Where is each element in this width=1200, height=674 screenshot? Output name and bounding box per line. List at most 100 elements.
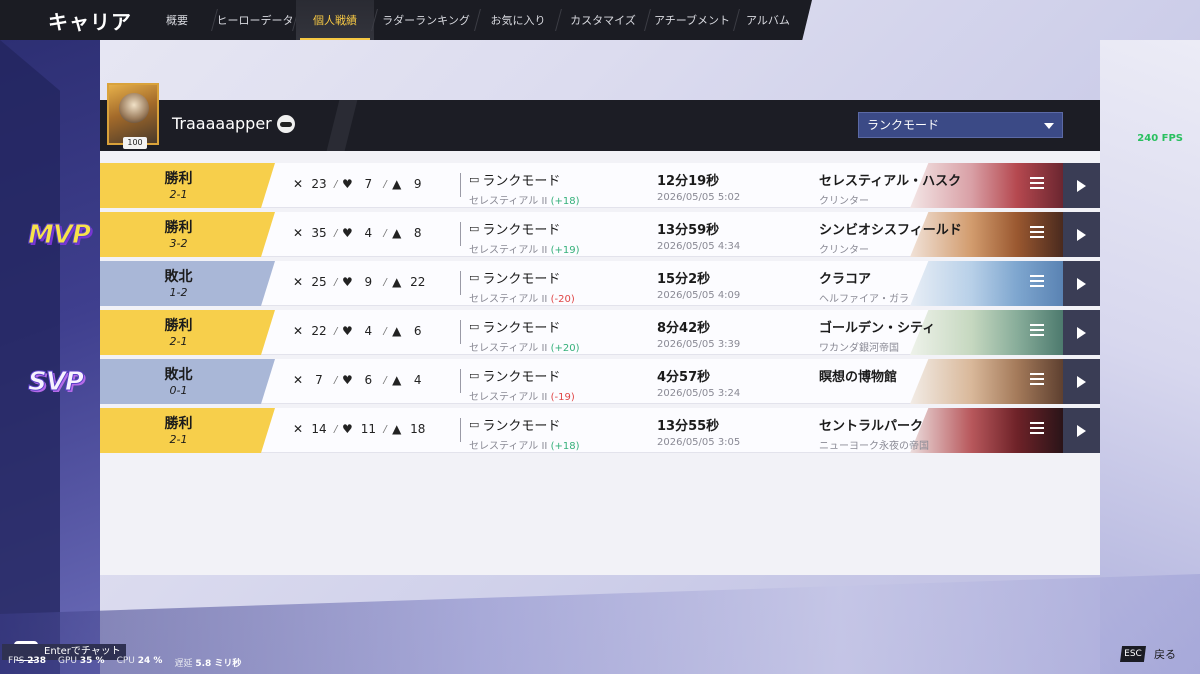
map-name: シンビオシスフィールド [819,223,962,238]
tab-customize[interactable]: カスタマイズ [559,0,647,40]
rank-delta: (-19) [550,392,575,403]
esc-key-icon: ESC [1120,646,1146,662]
assists-value: 9 [413,177,422,191]
rank-delta: (+18) [550,196,580,207]
match-duration: 13分59秒 [657,223,720,238]
play-icon [1077,228,1086,241]
monitor-icon: ▭ [469,418,480,431]
replay-play-button[interactable] [1063,163,1100,208]
tab-bar: 概要 ヒーローデータ 個人戦績 ラダーランキング お気に入り カスタマイズ アチ… [140,0,799,40]
stat-separator: / [383,227,387,239]
gpu-label: GPU [58,656,77,666]
map-name: セントラルパーク [819,419,924,434]
replay-play-button[interactable] [1063,261,1100,306]
match-row[interactable]: 勝利 2-1 ✕ 14 / ♥ 11 / ▲ 18 ▭ ランクモード セレスティアル II … [100,408,1100,453]
stat-separator: / [383,423,387,435]
tab-overview[interactable]: 概要 [140,0,214,40]
match-date: 2026/05/05 3:24 [657,388,741,399]
match-time: 4分57秒 2026/05/05 3:24 [657,366,740,399]
match-row[interactable]: 勝利 2-1 ✕ 22 / ♥ 4 / ▲ 6 ▭ ランクモード セレスティアル II (+… [100,310,1100,355]
result-badge: 敗北 1-2 [100,261,275,306]
kills-swords-icon: ✕ [292,275,304,289]
match-duration: 8分42秒 [657,321,711,336]
row-divider [460,418,461,442]
tab-ladder-ranking[interactable]: ラダーランキング [375,0,477,40]
replay-play-button[interactable] [1063,359,1100,404]
mode-filter-dropdown[interactable]: ランクモード [858,112,1063,138]
assists-hands-icon: ▲ [392,275,402,289]
mode-info: ▭ ランクモード セレスティアル II (+18) [469,415,579,452]
row-divider [460,320,461,344]
cpu-label: CPU [116,656,135,666]
map-info: シンビオシスフィールド クリンター [819,219,962,256]
play-icon [1077,424,1086,437]
menu-icon[interactable] [1030,275,1044,289]
match-time: 8分42秒 2026/05/05 3:39 [657,317,740,350]
page-title: キャリア [48,9,132,34]
menu-icon[interactable] [1030,226,1044,240]
match-duration: 13分55秒 [657,419,720,434]
menu-icon[interactable] [1030,422,1044,436]
stat-separator: / [383,276,387,288]
match-date: 2026/05/05 4:34 [657,241,741,252]
kills-swords-icon: ✕ [292,373,304,387]
monitor-icon: ▭ [469,271,480,284]
play-icon [1077,326,1086,339]
result-label: 勝利 [164,171,193,187]
kills-value: 22 [311,324,327,338]
match-row[interactable]: 勝利 3-2 ✕ 35 / ♥ 4 / ▲ 8 ▭ ランクモード セレスティアル II (+… [100,212,1100,257]
menu-icon[interactable] [1030,373,1044,387]
stat-separator: / [383,374,387,386]
assists-value: 4 [413,373,422,387]
match-history-panel: 100 Traaaaapper ランクモード 勝利 2-1 ✕ 23 / ♥ 7 / ▲… [100,83,1100,575]
kda-stats: ✕ 14 / ♥ 11 / ▲ 18 [290,422,431,436]
deaths-broken-heart-icon: ♥ [341,275,353,289]
perf-stats: FPS 238 GPU 35 % CPU 24 % 遅延 5.8 ミリ秒 [8,656,241,669]
match-row[interactable]: 勝利 2-1 ✕ 23 / ♥ 7 / ▲ 9 ▭ ランクモード セレスティアル II (+… [100,163,1100,208]
tab-favorites[interactable]: お気に入り [478,0,558,40]
match-row[interactable]: 敗北 1-2 ✕ 25 / ♥ 9 / ▲ 22 ▭ ランクモード セレスティアル II (… [100,261,1100,306]
deaths-value: 4 [364,226,373,240]
rank-tier: セレスティアル II [469,245,548,256]
tab-achievements[interactable]: アチーブメント [648,0,736,40]
fps-label: FPS [8,656,25,666]
chevron-down-icon [1044,123,1054,129]
play-icon [1077,179,1086,192]
match-date: 2026/05/05 5:02 [657,192,741,203]
tab-personal-record[interactable]: 個人戦績 [296,0,374,40]
round-score: 1-2 [169,286,188,299]
result-label: 勝利 [164,416,193,432]
map-subname: クリンター [819,245,869,256]
mode-name: ランクモード [482,272,561,287]
tab-hero-data[interactable]: ヒーローデータ [215,0,295,40]
stat-separator: / [334,227,338,239]
player-avatar[interactable]: 100 [107,83,159,149]
map-info: 瞑想の博物館 [819,366,897,388]
replay-play-button[interactable] [1063,212,1100,257]
player-header: 100 Traaaaapper ランクモード [100,83,1100,151]
result-badge: 勝利 3-2 [100,212,275,257]
map-info: ゴールデン・シティ ワカンダ銀河帝国 [819,317,935,354]
menu-icon[interactable] [1030,177,1044,191]
mode-name: ランクモード [482,370,561,385]
result-badge: 勝利 2-1 [100,310,275,355]
back-hint[interactable]: ESC 戻る [1120,646,1176,662]
round-score: 2-1 [169,433,188,446]
tab-album[interactable]: アルバム [737,0,799,40]
deaths-broken-heart-icon: ♥ [341,226,353,240]
menu-icon[interactable] [1030,324,1044,338]
kda-stats: ✕ 25 / ♥ 9 / ▲ 22 [290,275,431,289]
assists-hands-icon: ▲ [392,226,402,240]
replay-play-button[interactable] [1063,408,1100,453]
map-name: クラコア [819,272,872,287]
match-row[interactable]: 敗北 0-1 ✕ 7 / ♥ 6 / ▲ 4 ▭ ランクモード セレスティアル II (-1… [100,359,1100,404]
match-duration: 15分2秒 [657,272,711,287]
play-icon [1077,375,1086,388]
match-duration: 4分57秒 [657,370,711,385]
stat-separator: / [334,423,338,435]
map-name: 瞑想の博物館 [819,370,898,385]
latency-label: 遅延 [174,659,193,669]
replay-play-button[interactable] [1063,310,1100,355]
kda-stats: ✕ 35 / ♥ 4 / ▲ 8 [290,226,431,240]
assists-value: 18 [410,422,426,436]
